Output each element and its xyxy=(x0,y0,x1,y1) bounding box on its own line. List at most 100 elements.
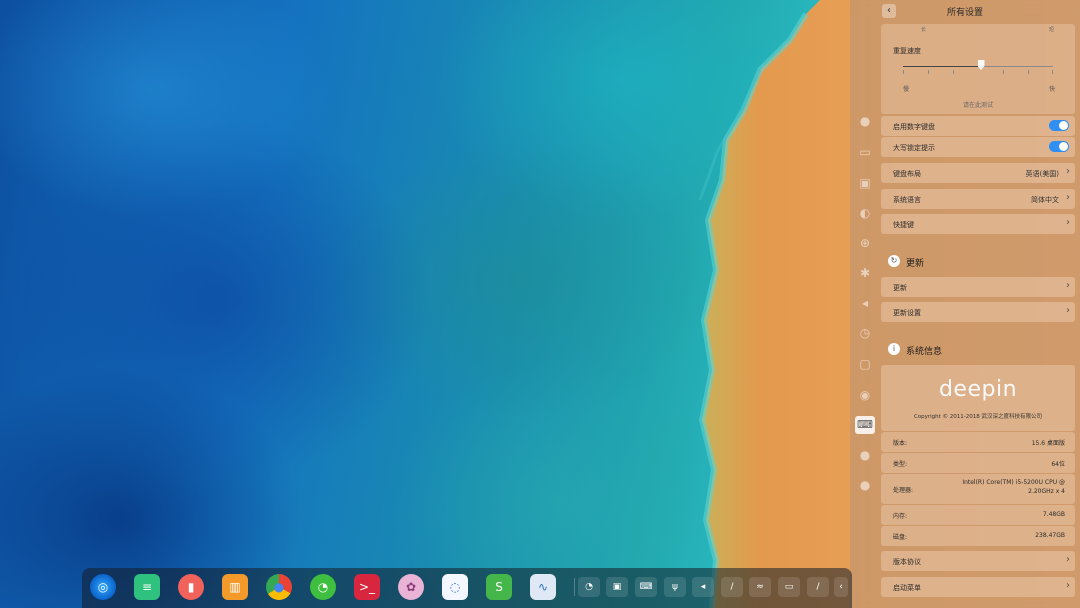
dock: ◎ ≡ ▮ ▥ ● ◔ >_ ✿ ◌ S ∿ ◔ ▣ ⌨ ψ ◂ / ≈ ▭ /… xyxy=(82,568,852,608)
slider-tick xyxy=(1003,70,1004,74)
info-value: 7.48GB xyxy=(1042,511,1065,518)
sound-icon[interactable]: ◂ xyxy=(858,296,872,310)
keyboard-layout-label: 键盘布局 xyxy=(893,170,921,178)
chevron-right-icon: › xyxy=(1066,166,1070,177)
calendar-icon[interactable]: ▣ xyxy=(858,176,872,190)
keyboard-tray-icon[interactable]: ⌨ xyxy=(635,577,657,597)
info-label: 磁盘: xyxy=(893,534,908,541)
keyboard-layout-row[interactable]: 键盘布局 英语(美国) › xyxy=(881,163,1075,183)
system-language-row[interactable]: 系统语言 简体中文 › xyxy=(881,189,1075,209)
screen-recorder-icon[interactable]: ▮ xyxy=(178,574,204,600)
shortcuts-label: 快捷键 xyxy=(893,221,914,229)
update-settings-row[interactable]: 更新设置 › xyxy=(881,302,1075,322)
info-value-line2: 2.20GHz x 4 xyxy=(1028,488,1065,495)
deepin-launcher-icon[interactable]: ◎ xyxy=(90,574,116,600)
info-label: 版本: xyxy=(893,440,908,447)
speed-fast-label: 快 xyxy=(1049,86,1056,93)
info-row-processor: 处理器: Intel(R) Core(TM) i5-5200U CPU @ 2.… xyxy=(881,474,1075,504)
keyboard-layout-value: 英语(美国) xyxy=(1025,170,1059,178)
slides-icon[interactable]: S xyxy=(486,574,512,600)
info-value: 15.6 桌面版 xyxy=(1031,440,1065,447)
sysinfo-section-title: 系统信息 xyxy=(906,347,943,357)
terminal-icon[interactable]: >_ xyxy=(354,574,380,600)
info-label: 处理器: xyxy=(893,487,914,494)
bluetooth-icon[interactable]: ✱ xyxy=(858,266,872,280)
page-title: 所有设置 xyxy=(946,8,983,18)
info-value: 64位 xyxy=(1051,461,1065,468)
pen-icon[interactable]: / xyxy=(721,577,743,597)
app-store-icon[interactable]: ▥ xyxy=(222,574,248,600)
boot-menu-row[interactable]: 启动菜单 › xyxy=(881,577,1075,597)
settings-panel: ‹ 所有设置 ● ▭ ▣ ◐ ⊕ ✱ ◂ ◷ ▢ ◉ ⌨ ● ● 长 短 重复速… xyxy=(850,0,1080,608)
chevron-right-icon: › xyxy=(1066,305,1070,316)
file-manager-icon[interactable]: ≡ xyxy=(134,574,160,600)
volume-icon[interactable]: ◂ xyxy=(692,577,714,597)
chrome-icon[interactable]: ● xyxy=(266,574,292,600)
info-icon[interactable]: ● xyxy=(858,478,872,492)
chevron-right-icon: › xyxy=(1066,280,1070,291)
numpad-toggle[interactable] xyxy=(1049,120,1069,131)
info-label: 类型: xyxy=(893,461,908,468)
info-row-type: 类型: 64位 xyxy=(881,453,1075,473)
update-section-title: 更新 xyxy=(906,259,925,269)
update-icon: ↻ xyxy=(888,255,900,267)
battery-icon[interactable]: ▭ xyxy=(778,577,800,597)
display-icon[interactable]: ▭ xyxy=(858,145,872,159)
info-value: 238.47GB xyxy=(1035,532,1065,539)
delay-long-label: 长 xyxy=(921,27,927,33)
update-label: 更新 xyxy=(893,284,907,292)
usb-icon[interactable]: ψ xyxy=(664,577,686,597)
settings-nav-rail: ● ▭ ▣ ◐ ⊕ ✱ ◂ ◷ ▢ ◉ ⌨ ● ● xyxy=(850,108,880,498)
capslock-label: 大写锁定提示 xyxy=(893,144,935,152)
chevron-right-icon: › xyxy=(1066,554,1070,565)
speed-slow-label: 慢 xyxy=(903,86,910,93)
settings-icon[interactable]: ✿ xyxy=(398,574,424,600)
update-icon[interactable]: ● xyxy=(858,448,872,462)
repeat-speed-thumb[interactable] xyxy=(977,60,985,70)
power-icon[interactable]: ▢ xyxy=(858,357,872,371)
info-value: Intel(R) Core(TM) i5-5200U CPU @ xyxy=(962,479,1065,486)
screenshot-icon[interactable]: ▣ xyxy=(606,577,628,597)
slider-tick xyxy=(903,70,904,74)
repeat-speed-card: 长 短 重复速度 慢 快 请在此测试 xyxy=(881,24,1075,114)
numpad-row: 启用数字键盘 xyxy=(881,116,1075,136)
capslock-toggle[interactable] xyxy=(1049,141,1069,152)
update-row[interactable]: 更新 › xyxy=(881,277,1075,297)
capslock-row: 大写锁定提示 xyxy=(881,137,1075,157)
network-icon[interactable]: ⊕ xyxy=(858,236,872,250)
info-icon: i xyxy=(888,343,900,355)
copyright-text: Copyright © 2011-2018 武汉深之度科技有限公司 xyxy=(913,414,1043,420)
speed-test-area[interactable]: 请在此测试 xyxy=(881,100,1075,109)
system-language-label: 系统语言 xyxy=(893,196,921,204)
license-row[interactable]: 版本协议 › xyxy=(881,551,1075,571)
more-icon[interactable]: ‹ xyxy=(834,577,848,597)
slider-tick xyxy=(928,70,929,74)
mouse-icon[interactable]: ◉ xyxy=(858,388,872,402)
brush-icon[interactable]: / xyxy=(807,577,829,597)
wifi-icon[interactable]: ≈ xyxy=(749,577,771,597)
chevron-right-icon: › xyxy=(1066,217,1070,228)
system-monitor-icon[interactable]: ∿ xyxy=(530,574,556,600)
wechat-tray-icon[interactable]: ◔ xyxy=(578,577,600,597)
chevron-right-icon: › xyxy=(1066,192,1070,203)
boot-menu-label: 启动菜单 xyxy=(893,584,921,592)
info-label: 内存: xyxy=(893,513,908,520)
chat-icon[interactable]: ◌ xyxy=(442,574,468,600)
shortcuts-row[interactable]: 快捷键 › xyxy=(881,214,1075,234)
user-icon[interactable]: ● xyxy=(858,114,872,128)
slider-tick xyxy=(1028,70,1029,74)
slider-tick xyxy=(1052,70,1053,74)
wechat-icon[interactable]: ◔ xyxy=(310,574,336,600)
deepin-logo-card: deepin Copyright © 2011-2018 武汉深之度科技有限公司 xyxy=(881,365,1075,431)
slider-tick xyxy=(953,70,954,74)
theme-icon[interactable]: ◐ xyxy=(858,206,872,220)
keyboard-icon[interactable]: ⌨ xyxy=(855,416,875,434)
update-settings-label: 更新设置 xyxy=(893,309,921,317)
info-row-memory: 内存: 7.48GB xyxy=(881,505,1075,525)
clock-icon[interactable]: ◷ xyxy=(858,326,872,340)
repeat-speed-fill xyxy=(903,66,981,67)
deepin-logo: deepin xyxy=(938,377,1018,402)
info-row-version: 版本: 15.6 桌面版 xyxy=(881,432,1075,452)
license-label: 版本协议 xyxy=(893,558,921,566)
settings-header: ‹ 所有设置 xyxy=(850,0,1080,24)
